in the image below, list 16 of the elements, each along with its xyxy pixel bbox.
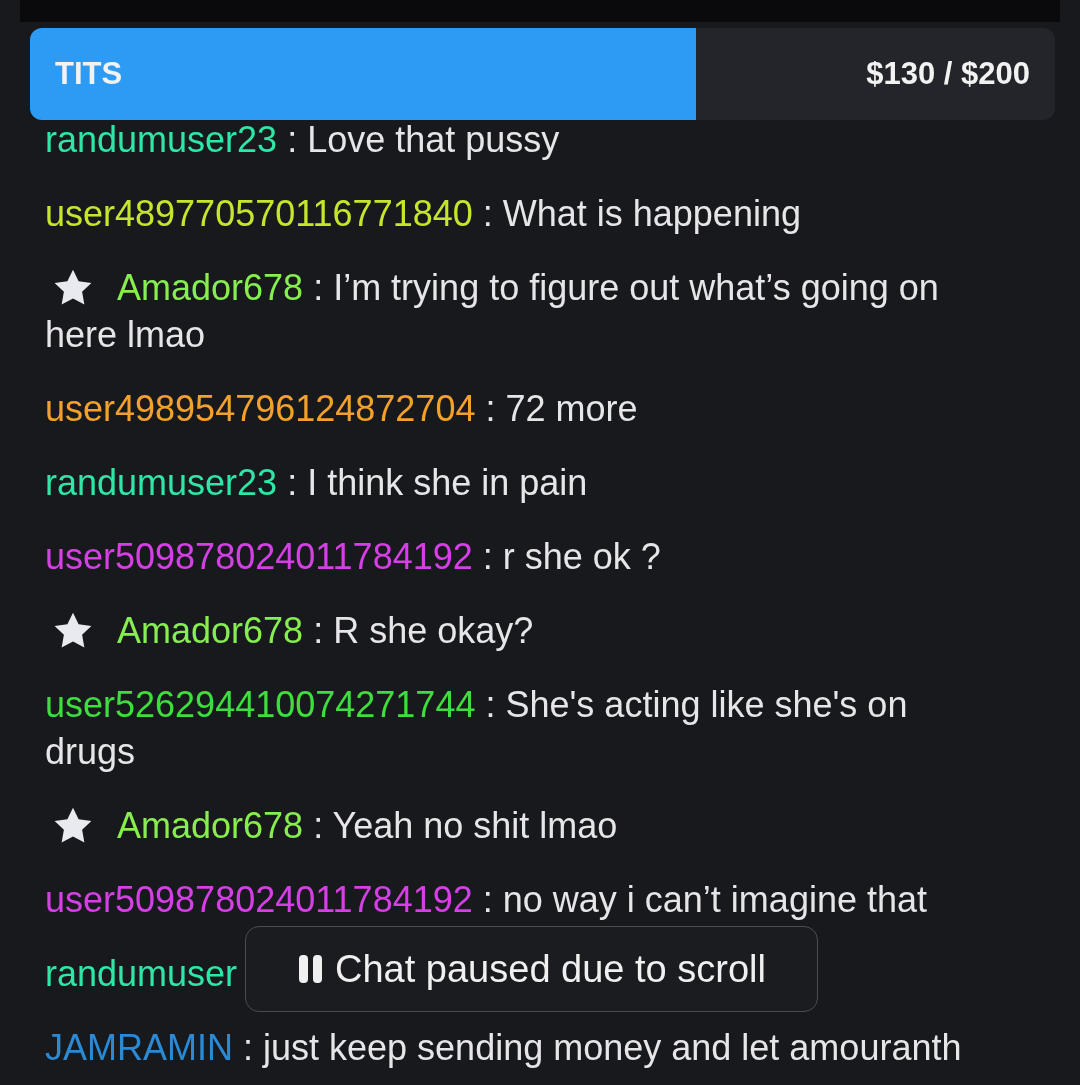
chat-message: randumuser23 : Love that pussy bbox=[45, 118, 560, 162]
chat-paused-toast[interactable]: Chat paused due to scroll bbox=[245, 926, 818, 1012]
chat-message: user509878024011784192 : r she ok ? bbox=[45, 535, 661, 579]
chat-message: Amador678 : R she okay? bbox=[116, 609, 534, 653]
chat-message: randumuser23 : I think she in pain bbox=[45, 461, 588, 505]
chat-message: JAMRAMIN : just keep sending money and let amouranth bbox=[45, 1026, 962, 1070]
goal-amount: $130 / $200 bbox=[866, 56, 1030, 92]
chat-message: Amador678 : Yeah no shit lmao bbox=[116, 804, 618, 848]
chat-message: randumuser bbox=[45, 952, 238, 996]
chat-message: user498954796124872704 : 72 more bbox=[45, 387, 638, 431]
goal-label: TITS bbox=[55, 56, 123, 92]
chat-message: user509878024011784192 : no way i can’t imagine that bbox=[45, 878, 927, 922]
chat-message: Amador678 : I’m trying to figure out what’s going on here lmao bbox=[45, 266, 940, 357]
chat-message: user489770570116771840 : What is happening bbox=[45, 192, 801, 236]
chat-message: user526294410074271744 : She's acting like she's on drugs bbox=[45, 683, 909, 774]
toast-text: Chat paused due to scroll bbox=[335, 947, 766, 991]
